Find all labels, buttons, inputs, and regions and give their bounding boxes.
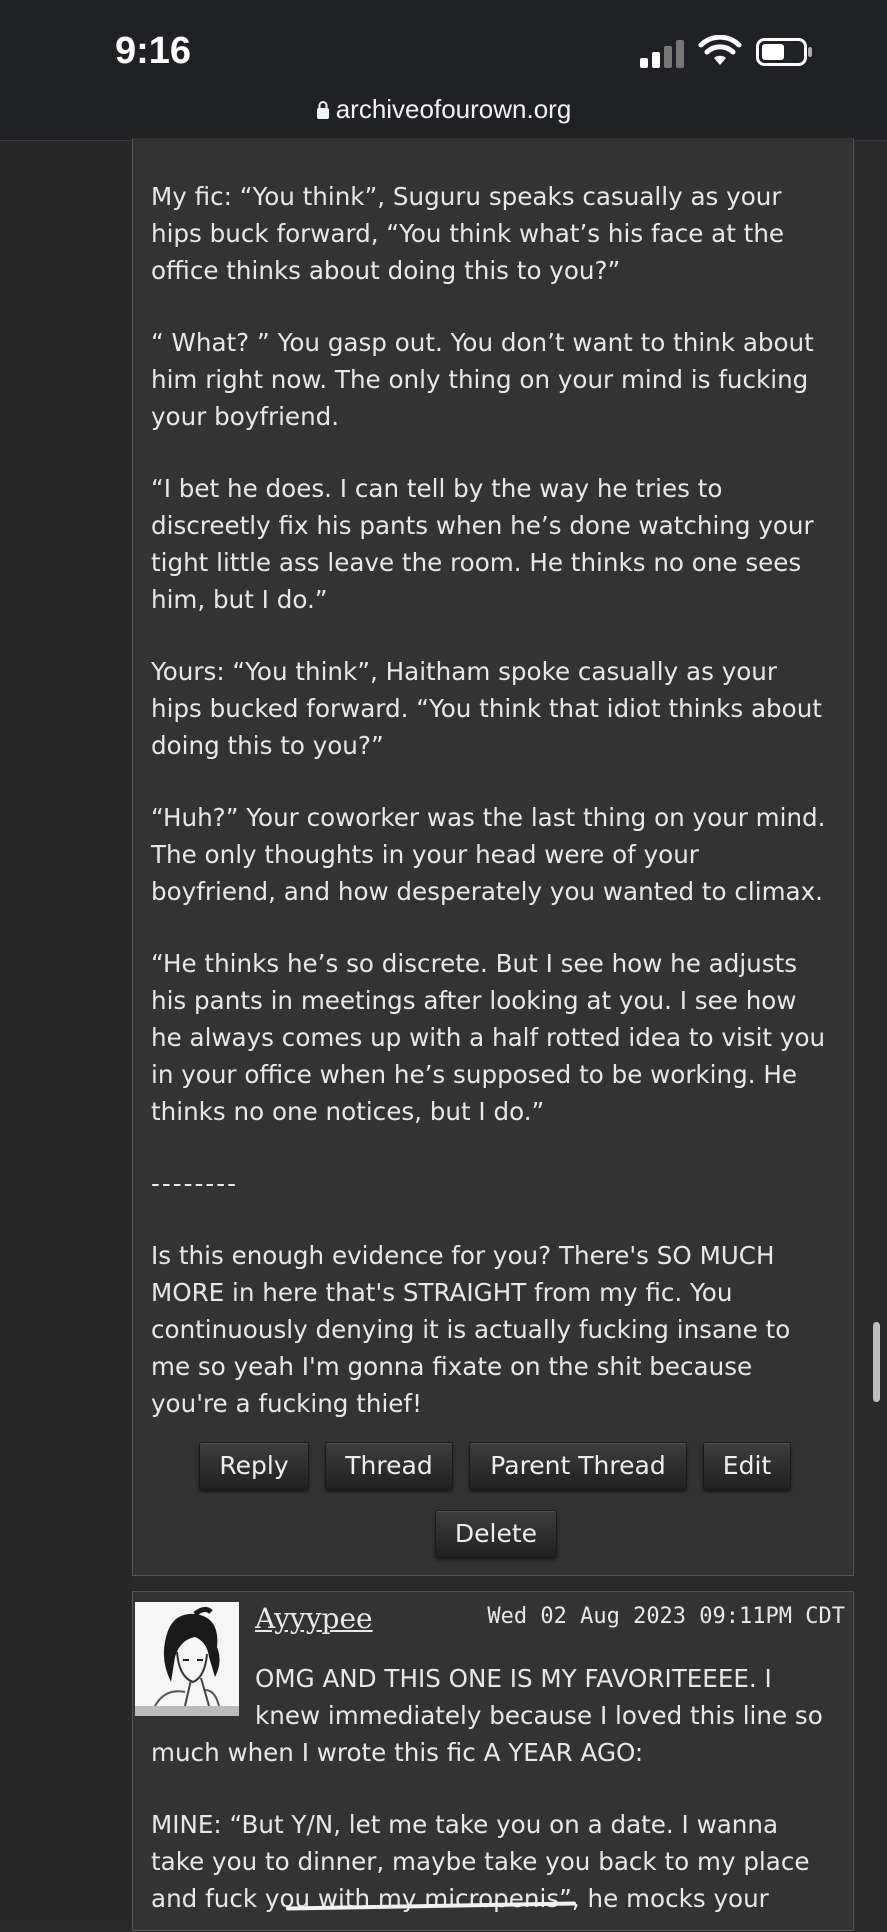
comment-line: MINE: “But Y/N, let me take you on a dat…	[151, 1810, 779, 1839]
address-bar[interactable]: archiveofourown.org	[0, 94, 887, 125]
comment-paragraph: My fic: “You think”, Suguru speaks casua…	[151, 182, 785, 285]
reply-button[interactable]: Reply	[199, 1442, 309, 1490]
comment-paragraph: “He thinks he’s so discrete. But I see h…	[151, 949, 826, 1126]
clock: 9:16	[115, 30, 192, 72]
wifi-icon	[698, 35, 742, 65]
battery-icon	[756, 38, 812, 66]
comment-body: My fic: “You think”, Suguru speaks casua…	[151, 178, 831, 1457]
comment-paragraph: Yours: “You think”, Haitham spoke casual…	[151, 657, 822, 760]
status-bar: 9:16 archiveofourown.org	[0, 0, 887, 141]
edit-button[interactable]: Edit	[703, 1442, 791, 1490]
lock-icon	[316, 101, 329, 119]
comment-paragraph: Is this enough evidence for you? There's…	[151, 1241, 791, 1418]
comment-line: take you to dinner, maybe take you back …	[151, 1847, 810, 1876]
comment-paragraph: “I bet he does. I can tell by the way he…	[151, 474, 814, 614]
comment-line: OMG AND THIS ONE IS MY FAVORITEEEE. I	[255, 1664, 772, 1693]
delete-button[interactable]: Delete	[435, 1510, 557, 1558]
comment: My fic: “You think”, Suguru speaks casua…	[132, 138, 854, 1576]
comment-line: much when I wrote this fic A YEAR AGO:	[151, 1738, 644, 1767]
url-text: archiveofourown.org	[335, 94, 572, 124]
cellular-signal-icon	[640, 38, 686, 68]
scrollbar[interactable]	[873, 1322, 880, 1402]
comment: Ayyypee Wed 02 Aug 2023 09:11PM CDT OMG …	[132, 1591, 854, 1931]
comment-line: knew immediately because I loved this li…	[255, 1701, 823, 1730]
page-gutter	[0, 141, 132, 1920]
comment-paragraph: “ What? ” You gasp out. You don’t want t…	[151, 328, 814, 431]
comment-paragraph: “Huh?” Your coworker was the last thing …	[151, 803, 826, 906]
thread-button[interactable]: Thread	[325, 1442, 453, 1490]
parent-thread-button[interactable]: Parent Thread	[469, 1442, 687, 1490]
comment-body: OMG AND THIS ONE IS MY FAVORITEEEE. I kn…	[133, 1592, 855, 1932]
separator-text: --------	[151, 1169, 238, 1198]
comment-line: and fuck you with my micropenis”, he moc…	[151, 1884, 769, 1913]
